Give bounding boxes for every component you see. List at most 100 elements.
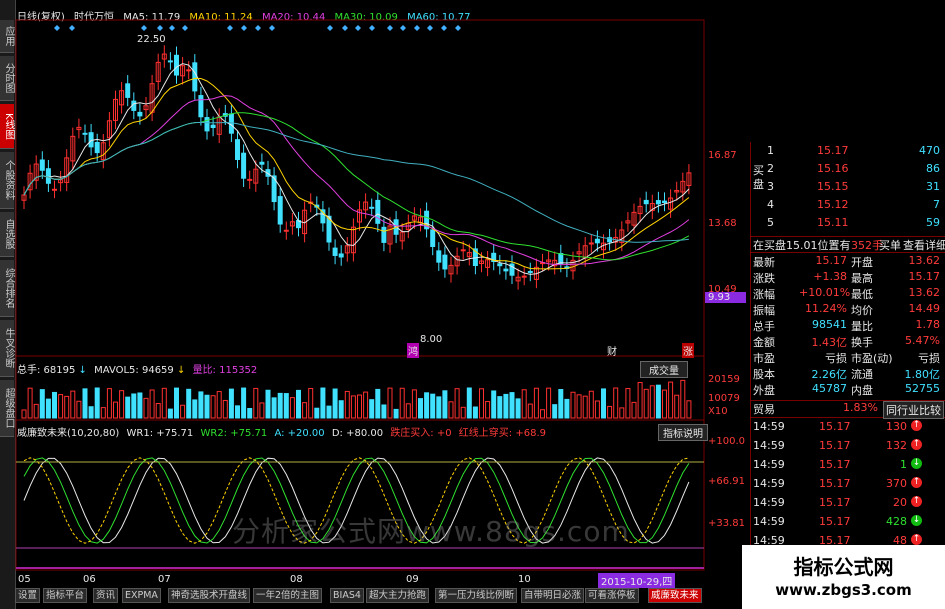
bottom-tab[interactable]: 可看涨停板 <box>585 588 639 603</box>
tick-volume: 370 <box>886 477 907 490</box>
stats-row: 涨跌 +1.38 最高 15.17 <box>751 270 945 285</box>
candle-body <box>527 270 533 273</box>
stat-value-2: 1.78 <box>915 318 941 331</box>
volume-bar <box>607 405 613 419</box>
stats-row: 涨幅 +10.01% 最低 13.62 <box>751 286 945 301</box>
industry-compare-button[interactable]: 同行业比较 <box>883 401 944 419</box>
tab-diagnosis[interactable]: 牛叉诊断 <box>0 320 14 377</box>
arrow-up-icon: ↑ <box>911 477 922 488</box>
tab-super-book[interactable]: 超级盘口 <box>0 380 14 437</box>
stat-value: 2.26亿 <box>811 368 848 381</box>
volume-bar <box>125 396 131 419</box>
bottom-tab[interactable]: 威廉致未来 <box>648 588 702 603</box>
tab-ranking[interactable]: 综合排名 <box>0 260 14 317</box>
signal-diamond-icon <box>355 25 361 31</box>
osc-name[interactable]: 威廉致未来(10,20,80) <box>17 428 119 439</box>
order-book-row: 5 15.11 59 <box>751 216 945 231</box>
candle-body <box>588 242 594 245</box>
bottom-tab[interactable]: 自带明日必涨 <box>521 588 585 603</box>
volume-bar <box>259 402 265 419</box>
volume-bar <box>546 387 552 419</box>
volume-bar <box>662 389 667 419</box>
kline-chart[interactable] <box>15 0 750 588</box>
tick-row: 14:59 15.17 1 ↓ <box>751 458 945 473</box>
volume-bar <box>637 382 643 419</box>
candle-body <box>235 139 240 160</box>
volume-bar <box>320 387 326 419</box>
bottom-tab[interactable]: 神奇选股术开盘线 <box>168 588 251 603</box>
stat-label: 涨幅 <box>753 288 775 301</box>
volume-bar <box>216 391 222 419</box>
volume-bar <box>424 392 430 419</box>
stat-value-2: 1.80亿 <box>904 368 941 381</box>
book-level: 5 <box>767 216 774 229</box>
signal-diamond-icon <box>327 25 333 31</box>
stats-row: 最新 15.17 开盘 13.62 <box>751 254 945 269</box>
signal-diamond-icon <box>169 25 175 31</box>
osc-axis-3: +33.81 <box>708 518 746 529</box>
bottom-tab[interactable]: 一年2倍的主图 <box>253 588 323 603</box>
stats-row: 市盈 亏损 市盈(动) 亏损 <box>751 350 945 365</box>
notice-text: 在买盘15.01位置有 <box>753 239 851 252</box>
volume-bar <box>509 392 515 419</box>
volume-bar <box>106 388 112 419</box>
volume-bar <box>552 404 558 419</box>
stat-value-2: 13.62 <box>908 286 941 299</box>
volume-button[interactable]: 成交量 <box>640 361 688 378</box>
bottom-tab[interactable]: 设置 <box>15 588 41 603</box>
candles <box>21 45 692 290</box>
stats-row: 外盘 45787 内盘 52755 <box>751 382 945 397</box>
tab-kline[interactable]: K线图 <box>0 104 14 149</box>
high-price-tag: 22.50 <box>137 34 166 45</box>
stat-value: 15.17 <box>815 254 848 267</box>
tick-price: 15.17 <box>819 496 851 509</box>
signal-diamond-icon <box>141 25 147 31</box>
candle-body <box>594 238 600 244</box>
volume-header: 总手: 68195 ↓ MAVOL5: 94659 ↓ 量比: 115352 <box>17 365 258 376</box>
indicator-help-button[interactable]: 指标说明 <box>658 424 708 441</box>
volume-bar <box>503 393 509 419</box>
tab-stock-info[interactable]: 个股资料 <box>0 152 14 209</box>
tick-volume: 20 <box>893 496 907 509</box>
bottom-tab[interactable]: EXPMA <box>122 588 161 603</box>
signal-diamonds <box>54 25 461 31</box>
marker-3[interactable]: 涨 <box>682 343 694 358</box>
osc-d: D: +80.00 <box>331 428 384 439</box>
volume-bar <box>594 400 600 419</box>
left-tab-strip: 应用 分时图 K线图 个股资料 自选股 综合排名 牛叉诊断 超级盘口 <box>0 0 16 609</box>
osc-wr2: WR2: +75.71 <box>200 428 268 439</box>
volume-bar <box>387 387 393 419</box>
bottom-tab[interactable]: 资讯 <box>93 588 119 603</box>
volume-bar <box>45 398 51 419</box>
volume-bar <box>643 388 649 419</box>
bottom-tab[interactable]: 超大主力抢跑 <box>366 588 430 603</box>
bottom-tab[interactable]: 第一压力线比例断 <box>435 588 518 603</box>
industry-label: 贸易 <box>753 403 775 416</box>
notice-detail[interactable]: 查看详细 <box>903 237 945 253</box>
tick-price: 15.17 <box>819 477 851 490</box>
tab-apps[interactable]: 应用 <box>0 20 14 53</box>
stat-label: 最新 <box>753 256 775 269</box>
tab-watchlist[interactable]: 自选股 <box>0 212 14 257</box>
price-axis-2: 13.68 <box>708 218 737 229</box>
stat-label: 金额 <box>753 336 775 349</box>
volume-bar <box>515 398 521 419</box>
volume-bar <box>100 407 106 419</box>
volume-bar <box>167 408 173 419</box>
tab-intraday[interactable]: 分时图 <box>0 56 14 101</box>
stat-value: +1.38 <box>813 270 847 283</box>
marker-1[interactable]: 鸿 <box>407 343 419 358</box>
signal-diamond-icon <box>400 25 406 31</box>
marker-2[interactable]: 财 <box>607 343 617 358</box>
volume-bar <box>247 408 253 419</box>
ma-line <box>23 95 690 266</box>
stat-value: 98541 <box>812 318 847 331</box>
stat-value-2: 5.47% <box>905 334 940 347</box>
order-book-row: 1 15.17 470 <box>751 144 945 159</box>
volume-bar <box>558 389 564 419</box>
bottom-tab[interactable]: 指标平台 <box>43 588 88 603</box>
volume-bar <box>674 394 680 419</box>
candle-body <box>381 226 387 243</box>
stat-label-2: 流通 <box>851 368 873 381</box>
bottom-tab[interactable]: BIAS4 <box>330 588 364 603</box>
